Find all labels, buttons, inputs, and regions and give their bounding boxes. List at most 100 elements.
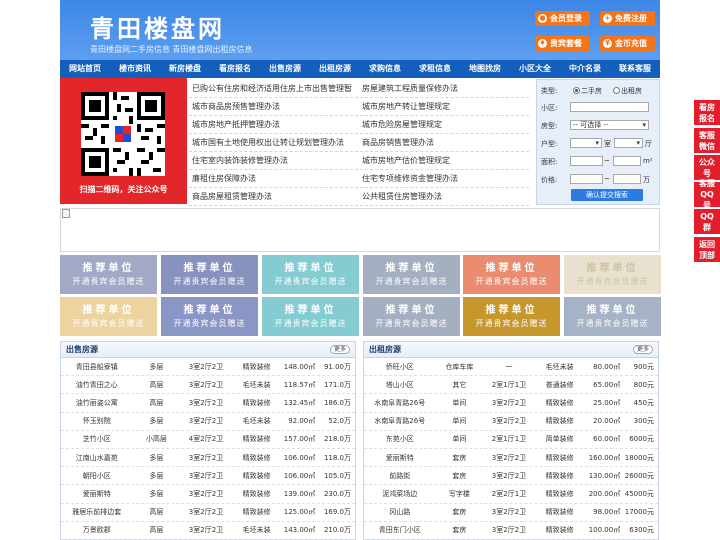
type-radio-rental[interactable]: 出租房 (613, 86, 642, 96)
rooms-select[interactable]: ▾ (570, 138, 602, 148)
listing-row[interactable]: 油竹青田之心 高层 3室2厅2卫 毛坯未装 118.57㎡ 171.0万 (61, 376, 355, 395)
recommended-unit-ad[interactable]: 推荐单位 开通贵宾会员赠送 (262, 255, 359, 294)
recommended-unit-ad[interactable]: 推荐单位 开通贵宾会员赠送 (564, 297, 661, 336)
listing-row[interactable]: 江南山水嘉苑 多层 3室2厅2卫 精致装修 106.00㎡ 118.0万 (61, 449, 355, 468)
side-float-item[interactable]: 看房报名 (694, 100, 720, 125)
listing-row[interactable]: 爱丽斯特 多层 3室2厅2卫 精致装修 139.00㎡ 230.0万 (61, 485, 355, 504)
nav-map-search[interactable]: 地图找房 (460, 60, 510, 78)
price-max-input[interactable] (613, 174, 641, 184)
recommended-unit-ad[interactable]: 推荐单位 开通贵宾会员赠送 (463, 255, 560, 294)
rent-more-button[interactable]: 更多 (633, 345, 653, 354)
recommended-unit-ad[interactable]: 推荐单位 开通贵宾会员赠送 (161, 297, 258, 336)
listing-community-link[interactable]: 万景欧郡 (61, 525, 133, 535)
policy-link[interactable]: 公共租赁住房管理办法 (359, 188, 529, 205)
listing-community-link[interactable]: 水南阜青路26号 (364, 398, 436, 408)
listing-row[interactable]: 朝阳小区 多层 3室2厅2卫 精致装修 106.00㎡ 105.0万 (61, 467, 355, 486)
nav-contact[interactable]: 联系客服 (610, 60, 660, 78)
listing-row[interactable]: 爱丽斯特 套房 3室2厅2卫 精致装修 160.00㎡ 18000元 (364, 449, 658, 468)
recommended-unit-ad[interactable]: 推荐单位 开通贵宾会员赠送 (60, 297, 157, 336)
house-type-select[interactable]: -- 可选择 -- ▾ (570, 120, 649, 130)
recommended-unit-ad[interactable]: 推荐单位 开通贵宾会员赠送 (161, 255, 258, 294)
nav-new-homes[interactable]: 新房楼盘 (160, 60, 210, 78)
listing-row[interactable]: 青田县船寮镇 多层 3室2厅2卫 精致装修 148.00㎡ 91.00万 (61, 358, 355, 377)
listing-row[interactable]: 冈山路 套房 3室2厅2卫 精致装修 98.00㎡ 17000元 (364, 504, 658, 522)
type-radio-resale[interactable]: 二手房 (573, 86, 602, 96)
listing-row[interactable]: 东苑小区 单间 2室1厅1卫 简单装修 60.00㎡ 6000元 (364, 431, 658, 449)
nav-for-sale[interactable]: 出售房源 (260, 60, 310, 78)
listing-community-link[interactable]: 泥鸿菜场边 (364, 489, 436, 499)
policy-link[interactable]: 已购公有住房和经济适用住房上市出售管理暂 (189, 80, 359, 97)
side-float-item[interactable]: QQ群 (694, 209, 720, 234)
policy-link[interactable]: 城市房地产转让管理规定 (359, 98, 529, 115)
listing-community-link[interactable]: 芝竹小区 (61, 434, 133, 444)
side-float-item[interactable]: 客服QQ号 (694, 179, 720, 210)
listing-community-link[interactable]: 水南阜青路26号 (364, 416, 436, 426)
search-submit-button[interactable]: 确认提交搜索 (571, 189, 643, 201)
listing-row[interactable]: 塔山小区 其它 2室1厅1卫 普通装修 65.00㎡ 800元 (364, 376, 658, 395)
nav-agents[interactable]: 中介名录 (560, 60, 610, 78)
side-float-item[interactable]: 返回顶部 (694, 237, 720, 262)
listing-community-link[interactable]: 冈山路 (364, 507, 436, 517)
recommended-unit-ad[interactable]: 推荐单位 开通贵宾会员赠送 (363, 297, 460, 336)
listing-row[interactable]: 怀玉别院 多层 3室2厅2卫 毛坯未装 92.00㎡ 52.0万 (61, 413, 355, 431)
nav-wanted-buy[interactable]: 求购信息 (360, 60, 410, 78)
sale-more-button[interactable]: 更多 (330, 345, 350, 354)
nav-wanted-rent[interactable]: 求租信息 (410, 60, 460, 78)
halls-select[interactable]: ▾ (614, 138, 643, 148)
size-max-input[interactable] (613, 156, 641, 166)
recommended-unit-ad[interactable]: 推荐单位 开通贵宾会员赠送 (262, 297, 359, 336)
listing-community-link[interactable]: 雅居乐前排边套 (61, 507, 133, 517)
vip-package-button[interactable]: ♦ 贵宾套餐 (535, 36, 590, 51)
nav-news[interactable]: 楼市资讯 (110, 60, 160, 78)
listing-row[interactable]: 侨旺小区 仓库车库 一 毛坯未装 80.00㎡ 900元 (364, 358, 658, 377)
nav-for-rent[interactable]: 出租房源 (310, 60, 360, 78)
listing-row[interactable]: 水南阜青路26号 单间 3室2厅2卫 精致装修 20.00㎡ 300元 (364, 413, 658, 431)
recommended-unit-ad[interactable]: 推荐单位 开通贵宾会员赠送 (463, 297, 560, 336)
site-logo[interactable]: 青田楼盘网 (90, 9, 225, 44)
listing-community-link[interactable]: 东苑小区 (364, 434, 436, 444)
listing-row[interactable]: 前路街 套房 3室2厅2卫 精致装修 130.00㎡ 26000元 (364, 467, 658, 486)
listing-row[interactable]: 雅居乐前排边套 高层 3室2厅2卫 精致装修 125.00㎡ 169.0万 (61, 504, 355, 522)
community-input[interactable] (570, 102, 649, 112)
free-register-button[interactable]: + 免费注册 (600, 11, 655, 26)
size-min-input[interactable] (570, 156, 603, 166)
listing-community-link[interactable]: 前路街 (364, 471, 436, 481)
policy-link[interactable]: 住宅室内装饰装修管理办法 (189, 152, 359, 169)
listing-community-link[interactable]: 油竹丽姿公寓 (61, 398, 133, 408)
side-float-item[interactable]: 客服微信 (694, 128, 720, 153)
recommended-unit-ad[interactable]: 推荐单位 开通贵宾会员赠送 (60, 255, 157, 294)
member-login-button[interactable]: ● 会员登录 (535, 11, 590, 26)
listing-community-link[interactable]: 朝阳小区 (61, 471, 133, 481)
recommended-unit-ad[interactable]: 推荐单位 开通贵宾会员赠送 (363, 255, 460, 294)
listing-community-link[interactable]: 怀玉别院 (61, 416, 133, 426)
listing-community-link[interactable]: 爱丽斯特 (61, 489, 133, 499)
listing-community-link[interactable]: 青田东门小区 (364, 525, 436, 535)
policy-link[interactable]: 城市商品房预售管理办法 (189, 98, 359, 115)
listing-row[interactable]: 青田东门小区 套房 3室2厅2卫 精致装修 100.00㎡ 6300元 (364, 522, 658, 540)
policy-link[interactable]: 城市房地产抵押管理办法 (189, 116, 359, 133)
policy-link[interactable]: 廉租住房保障办法 (189, 170, 359, 187)
side-float-item[interactable]: 公众号 (694, 155, 720, 180)
policy-link[interactable]: 商品房屋租赁管理办法 (189, 188, 359, 205)
listing-row[interactable]: 万景欧郡 高层 3室2厅2卫 毛坯未装 143.00㎡ 210.0万 (61, 522, 355, 540)
policy-link[interactable]: 商品房销售管理办法 (359, 134, 529, 151)
listing-community-link[interactable]: 油竹青田之心 (61, 380, 133, 390)
listing-community-link[interactable]: 爱丽斯特 (364, 453, 436, 463)
policy-link[interactable]: 城市房地产估价管理规定 (359, 152, 529, 169)
price-min-input[interactable] (570, 174, 603, 184)
listing-row[interactable]: 泥鸿菜场边 写字楼 2室2厅1卫 精致装修 200.00㎡ 45000元 (364, 485, 658, 504)
policy-link[interactable]: 房屋建筑工程质量保修办法 (359, 80, 529, 97)
policy-link[interactable]: 住宅专项维修资金管理办法 (359, 170, 529, 187)
coin-recharge-button[interactable]: ¥ 金币充值 (600, 36, 655, 51)
listing-community-link[interactable]: 青田县船寮镇 (61, 362, 133, 372)
banner-ad[interactable] (60, 208, 660, 252)
policy-link[interactable]: 城市危险房屋管理规定 (359, 116, 529, 133)
policy-link[interactable]: 城市国有土地使用权出让转让规划管理办法 (189, 134, 359, 151)
listing-row[interactable]: 油竹丽姿公寓 高层 3室2厅2卫 精致装修 132.45㎡ 186.0万 (61, 394, 355, 413)
listing-community-link[interactable]: 江南山水嘉苑 (61, 453, 133, 463)
listing-row[interactable]: 水南阜青路26号 单间 3室2厅2卫 精致装修 25.00㎡ 450元 (364, 394, 658, 413)
listing-community-link[interactable]: 侨旺小区 (364, 362, 436, 372)
nav-communities[interactable]: 小区大全 (510, 60, 560, 78)
listing-community-link[interactable]: 塔山小区 (364, 380, 436, 390)
listing-row[interactable]: 芝竹小区 小高层 4室2厅2卫 精致装修 157.00㎡ 218.0万 (61, 431, 355, 449)
